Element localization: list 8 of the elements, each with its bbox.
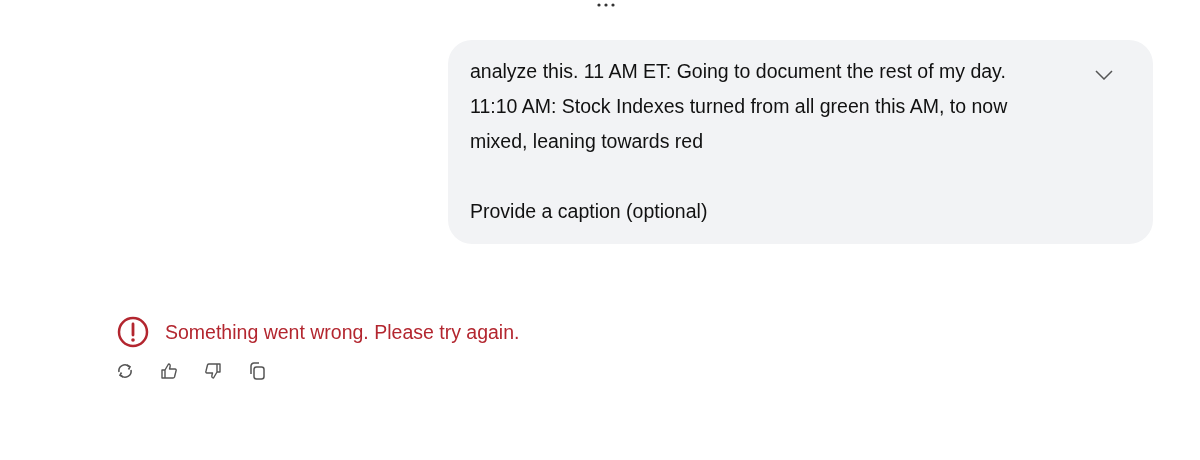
thumbs-up-button[interactable]	[158, 360, 180, 382]
message-text: analyze this. 11 AM ET: Going to document the rest of my day. 11:10 AM: Stock Indexes turned from all green this AM, to now mixed, leaning towards red	[470, 59, 1008, 154]
error-icon	[117, 316, 149, 348]
caption-text: Provide a caption (optional)	[470, 199, 709, 224]
thumbs-down-button[interactable]	[202, 360, 224, 382]
more-icon[interactable]	[596, 2, 616, 8]
chevron-icon[interactable]	[1095, 70, 1113, 80]
error-message: Something went wrong. Please try again.	[165, 320, 520, 344]
